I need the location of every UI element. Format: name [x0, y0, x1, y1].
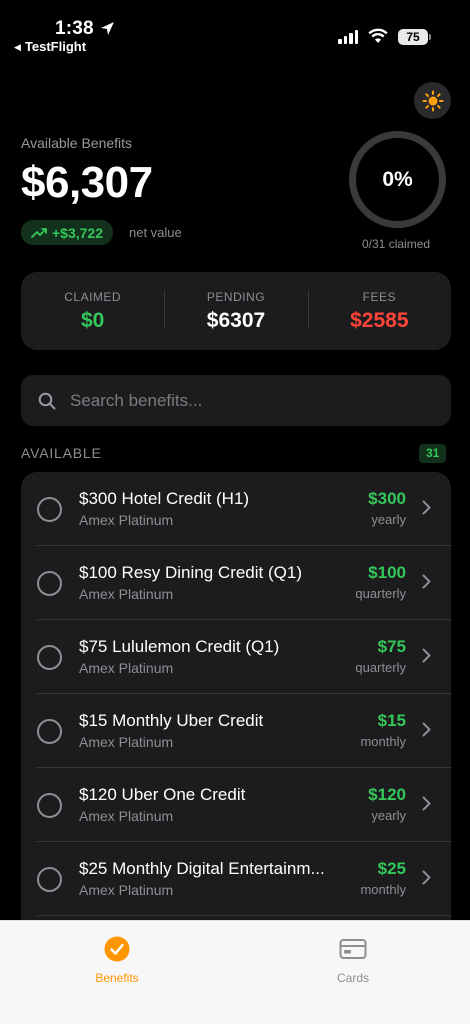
- chevron-right-icon: [422, 722, 431, 737]
- theme-toggle-button[interactable]: [414, 82, 451, 119]
- section-title-available: AVAILABLE: [21, 445, 102, 461]
- signal-icon: [338, 30, 358, 44]
- summary-pending-value: $6307: [206, 308, 266, 332]
- benefit-title: $25 Monthly Digital Entertainm...: [79, 859, 325, 878]
- benefit-period: yearly: [371, 512, 406, 527]
- available-amount: $6,307: [21, 158, 153, 207]
- chevron-right-icon: [422, 796, 431, 811]
- search-input[interactable]: [70, 390, 410, 411]
- summary-card: CLAIMED $0 PENDING $6307 FEES $2585: [21, 272, 451, 350]
- list-item[interactable]: $75 Lululemon Credit (Q1) Amex Platinum …: [21, 620, 451, 694]
- tab-benefits[interactable]: Benefits: [62, 936, 172, 985]
- benefit-card-name: Amex Platinum: [79, 660, 174, 676]
- tab-bar: Benefits Cards: [0, 920, 470, 1024]
- back-triangle-icon: ◀: [14, 42, 21, 52]
- benefit-period: monthly: [360, 882, 406, 897]
- status-time: 1:38: [55, 18, 94, 39]
- claim-radio[interactable]: [37, 793, 62, 818]
- list-item[interactable]: $15 Monthly Uber Credit Amex Platinum $1…: [21, 694, 451, 768]
- benefit-period: monthly: [360, 734, 406, 749]
- chevron-right-icon: [422, 870, 431, 885]
- row-divider: [37, 915, 451, 916]
- benefit-period: yearly: [371, 808, 406, 823]
- benefit-period: quarterly: [355, 660, 406, 675]
- status-bar: 1:38 ◀ TestFlight 75: [0, 0, 470, 60]
- benefit-title: $300 Hotel Credit (H1): [79, 489, 250, 508]
- credit-card-icon: [339, 939, 367, 959]
- claim-radio[interactable]: [37, 645, 62, 670]
- list-item[interactable]: $120 Uber One Credit Amex Platinum $120 …: [21, 768, 451, 842]
- net-value-badge: +$3,722: [21, 220, 113, 245]
- available-count-badge: 31: [419, 444, 447, 463]
- tab-cards[interactable]: Cards: [298, 936, 408, 985]
- claimed-progress-ring: 0%: [349, 131, 446, 228]
- summary-claimed: CLAIMED $0: [21, 290, 164, 333]
- back-app-label: TestFlight: [24, 39, 87, 54]
- location-arrow-icon: [101, 22, 114, 35]
- summary-pending-label: PENDING: [206, 289, 266, 304]
- benefits-list: $300 Hotel Credit (H1) Amex Platinum $30…: [21, 472, 451, 952]
- benefit-amount: $25: [377, 859, 406, 878]
- benefit-title: $15 Monthly Uber Credit: [79, 711, 264, 730]
- chevron-right-icon: [422, 500, 431, 515]
- claimed-count-caption: 0/31 claimed: [362, 237, 431, 251]
- chevron-right-icon: [422, 574, 431, 589]
- search-bar[interactable]: [21, 375, 451, 426]
- benefit-amount: $15: [377, 711, 406, 730]
- sun-icon: [422, 90, 443, 111]
- benefit-title: $120 Uber One Credit: [79, 785, 246, 804]
- claim-radio[interactable]: [37, 867, 62, 892]
- benefit-title: $75 Lululemon Credit (Q1): [79, 637, 280, 656]
- summary-claimed-value: $0: [80, 308, 105, 332]
- benefit-card-name: Amex Platinum: [79, 734, 174, 750]
- benefit-card-name: Amex Platinum: [79, 882, 174, 898]
- benefit-amount: $300: [368, 489, 406, 508]
- wifi-icon: [368, 28, 388, 43]
- benefit-period: quarterly: [355, 586, 406, 601]
- tab-cards-label: Cards: [336, 971, 369, 985]
- benefit-amount: $100: [368, 563, 406, 582]
- benefit-amount: $120: [368, 785, 406, 804]
- net-value-amount: +$3,722: [52, 224, 103, 241]
- summary-pending: PENDING $6307: [164, 289, 307, 333]
- list-item[interactable]: $100 Resy Dining Credit (Q1) Amex Platin…: [21, 546, 451, 620]
- benefit-title: $100 Resy Dining Credit (Q1): [79, 563, 302, 582]
- benefit-card-name: Amex Platinum: [79, 586, 174, 602]
- summary-fees-value: $2585: [350, 308, 409, 332]
- summary-claimed-label: CLAIMED: [64, 289, 122, 304]
- list-item[interactable]: $300 Hotel Credit (H1) Amex Platinum $30…: [21, 472, 451, 546]
- claimed-progress-percent: 0%: [382, 167, 413, 191]
- search-icon: [38, 392, 56, 409]
- list-item[interactable]: $25 Monthly Digital Entertainm... Amex P…: [21, 842, 451, 916]
- checkmark-circle-icon: [104, 936, 130, 962]
- benefit-amount: $75: [377, 637, 406, 656]
- net-value-label: net value: [129, 225, 182, 240]
- claim-radio[interactable]: [37, 497, 62, 522]
- available-benefits-label: Available Benefits: [21, 135, 133, 151]
- claim-radio[interactable]: [37, 719, 62, 744]
- back-to-app-link[interactable]: ◀ TestFlight: [14, 39, 86, 54]
- summary-fees-label: FEES: [362, 289, 396, 304]
- claim-radio[interactable]: [37, 571, 62, 596]
- trend-up-icon: [31, 227, 47, 238]
- benefit-card-name: Amex Platinum: [79, 512, 174, 528]
- battery-indicator: 75: [398, 29, 431, 45]
- summary-fees: FEES $2585: [307, 289, 451, 333]
- benefit-card-name: Amex Platinum: [79, 808, 174, 824]
- tab-benefits-label: Benefits: [95, 971, 139, 985]
- chevron-right-icon: [422, 648, 431, 663]
